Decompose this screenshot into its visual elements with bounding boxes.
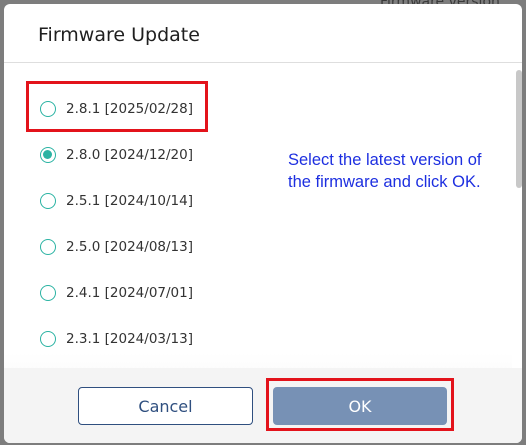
version-label: 2.8.0 [2024/12/20] [66, 147, 193, 163]
version-label: 2.5.0 [2024/08/13] [66, 239, 193, 255]
version-label: 2.4.1 [2024/07/01] [66, 285, 193, 301]
version-label: 2.3.1 [2024/03/13] [66, 331, 193, 347]
radio-button[interactable] [40, 239, 56, 255]
highlight-box-latest-version [26, 81, 208, 132]
instruction-annotation: Select the latest version of the firmwar… [288, 151, 482, 191]
version-option[interactable]: 2.5.0 [2024/08/13] [40, 236, 193, 258]
radio-button[interactable] [40, 331, 56, 347]
list-fade-overlay [4, 353, 512, 368]
highlight-box-ok-button [266, 378, 454, 431]
radio-button[interactable] [40, 193, 56, 209]
version-option[interactable]: 2.3.1 [2024/03/13] [40, 328, 193, 350]
cancel-button[interactable]: Cancel [78, 387, 253, 425]
version-label: 2.5.1 [2024/10/14] [66, 193, 193, 209]
version-option[interactable]: 2.8.0 [2024/12/20] [40, 144, 193, 166]
radio-button-selected[interactable] [40, 147, 56, 163]
version-option[interactable]: 2.4.1 [2024/07/01] [40, 282, 193, 304]
dialog-title: Firmware Update [38, 24, 200, 46]
version-option[interactable]: 2.5.1 [2024/10/14] [40, 190, 193, 212]
scrollbar-thumb[interactable] [516, 70, 522, 188]
radio-button[interactable] [40, 285, 56, 301]
